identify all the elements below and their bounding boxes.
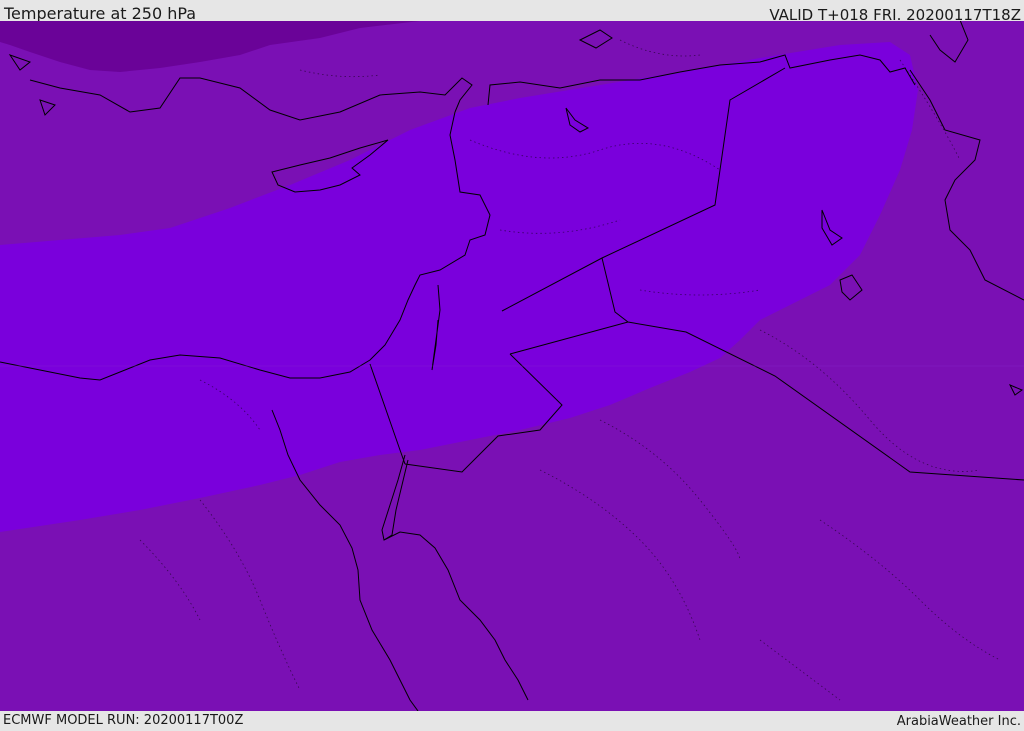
header-bar: Temperature at 250 hPa VALID T+018 FRI. … [0, 0, 1024, 24]
credit-label: ArabiaWeather Inc. [896, 714, 1021, 729]
weather-map[interactable] [0, 21, 1024, 711]
model-run-label: ECMWF MODEL RUN: 20200117T00Z [3, 713, 244, 728]
footer-bar: ECMWF MODEL RUN: 20200117T00Z ArabiaWeat… [0, 711, 1024, 729]
